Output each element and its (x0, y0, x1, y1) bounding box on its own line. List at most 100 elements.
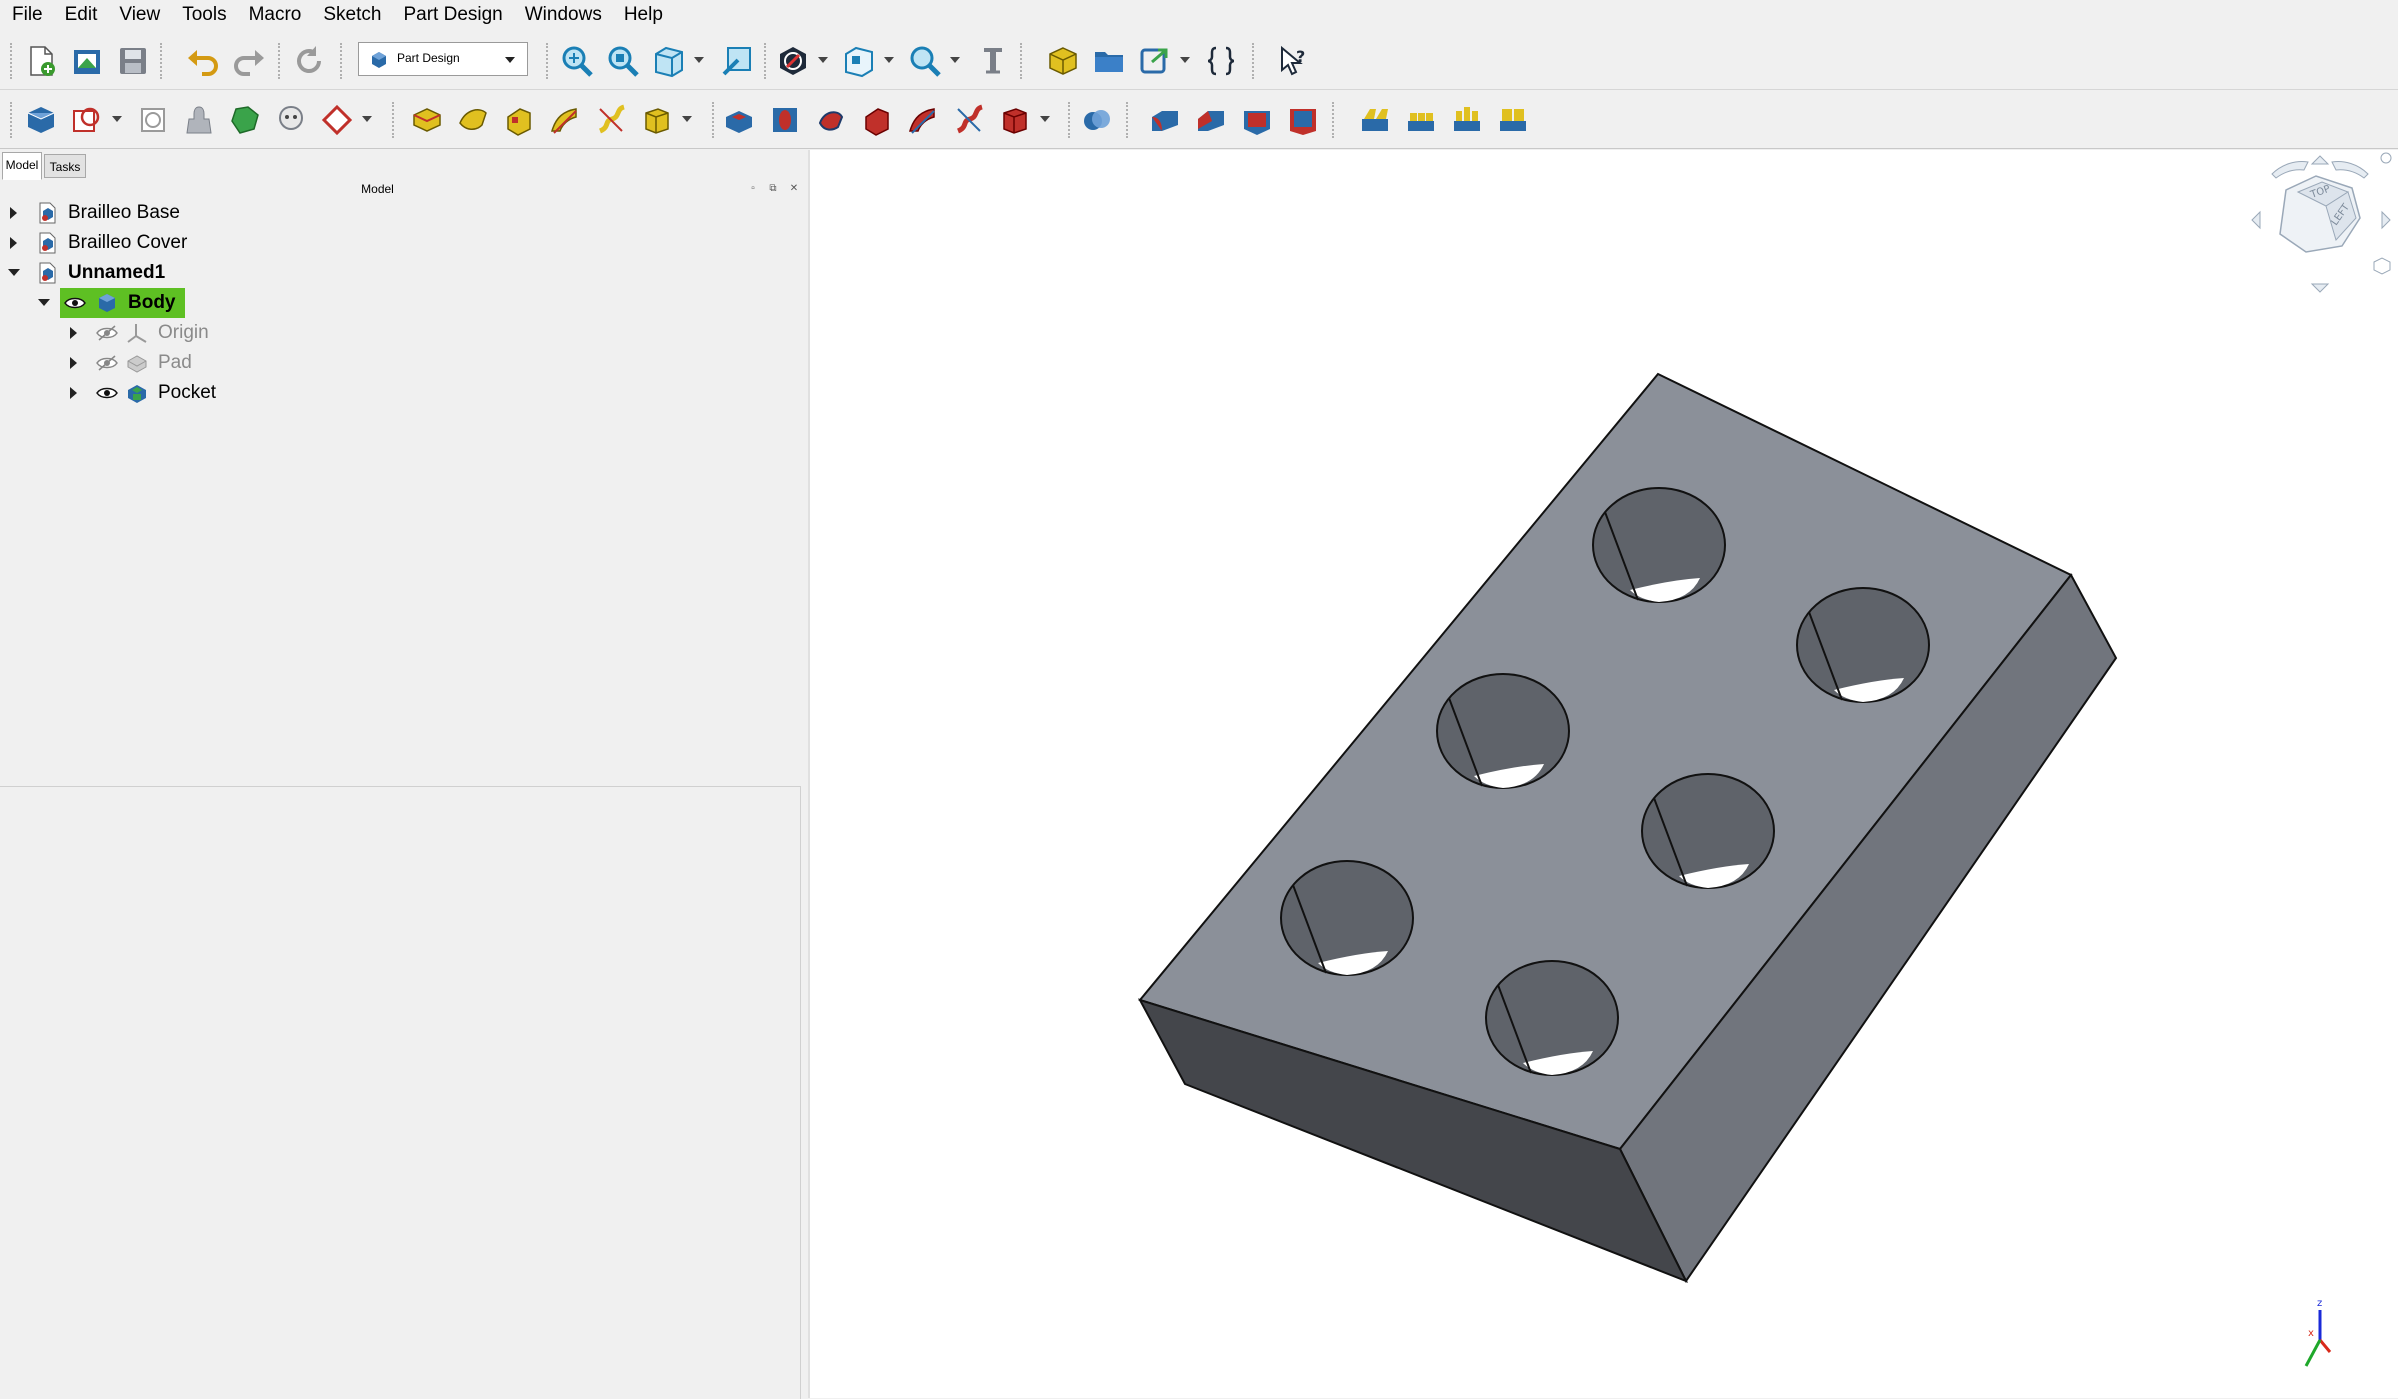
redo-icon[interactable] (232, 44, 266, 78)
expand-arrow-icon[interactable] (70, 387, 77, 399)
tab-tasks[interactable]: Tasks (44, 154, 86, 178)
fit-selection-icon[interactable] (606, 44, 640, 78)
chevron-down-icon[interactable] (1180, 57, 1190, 63)
chevron-down-icon[interactable] (1040, 116, 1050, 122)
create-part-icon[interactable] (1046, 44, 1080, 78)
tree-item-unnamed1[interactable]: Unnamed1 (0, 258, 808, 288)
restore-panel-icon[interactable]: ⧉ (768, 184, 778, 194)
menu-macro[interactable]: Macro (249, 0, 302, 30)
expand-arrow-icon[interactable] (10, 207, 17, 219)
tree-item-pocket[interactable]: Pocket (0, 378, 808, 408)
braille-hole[interactable] (1796, 587, 1930, 703)
menu-edit[interactable]: Edit (65, 0, 98, 30)
polar-pattern-icon[interactable] (1450, 103, 1484, 137)
bounding-box-icon[interactable] (720, 44, 754, 78)
menu-part-design[interactable]: Part Design (403, 0, 502, 30)
expand-arrow-icon[interactable] (70, 357, 77, 369)
expand-arrow-icon[interactable] (70, 327, 77, 339)
chevron-down-icon[interactable] (884, 57, 894, 63)
mirrored-icon[interactable] (1358, 103, 1392, 137)
subtractive-helix-icon[interactable] (952, 103, 986, 137)
eye-hidden-icon[interactable] (96, 325, 118, 341)
subshape-binder-icon[interactable] (228, 103, 262, 137)
nav-arrow-up-icon[interactable] (2310, 155, 2330, 165)
chevron-down-icon[interactable] (362, 116, 372, 122)
braille-hole[interactable] (1436, 673, 1570, 789)
subtractive-loft-icon[interactable] (860, 103, 894, 137)
open-document-icon[interactable] (70, 44, 104, 78)
property-panel[interactable] (0, 786, 801, 1399)
tree-item-pad[interactable]: Pad (0, 348, 808, 378)
chevron-down-icon[interactable] (682, 116, 692, 122)
float-panel-icon[interactable]: ▫ (748, 184, 758, 194)
tree-item-origin[interactable]: Origin (0, 318, 808, 348)
braille-hole[interactable] (1641, 773, 1775, 889)
subtractive-pipe-icon[interactable] (906, 103, 940, 137)
braille-hole[interactable] (1592, 487, 1726, 603)
menu-view[interactable]: View (119, 0, 160, 30)
nav-arrow-right-icon[interactable] (2381, 210, 2391, 230)
thickness-icon[interactable] (1286, 103, 1320, 137)
undo-icon[interactable] (186, 44, 220, 78)
chevron-down-icon[interactable] (694, 57, 704, 63)
zoom-icon[interactable] (908, 44, 942, 78)
nav-arrow-left-icon[interactable] (2251, 210, 2261, 230)
save-icon[interactable] (116, 44, 150, 78)
tab-model[interactable]: Model (2, 152, 42, 180)
additive-helix-icon[interactable] (594, 103, 628, 137)
boolean-icon[interactable] (1080, 103, 1114, 137)
menu-file[interactable]: File (12, 0, 43, 30)
expand-arrow-icon[interactable] (10, 237, 17, 249)
link-actions-icon[interactable] (1138, 44, 1172, 78)
validate-sketch-icon[interactable] (136, 103, 170, 137)
standard-views-icon[interactable] (842, 44, 876, 78)
draft-icon[interactable] (1240, 103, 1274, 137)
nav-menu-icon[interactable] (2380, 152, 2392, 164)
brailleo-model[interactable] (810, 150, 2398, 1398)
shape-binder-icon[interactable] (182, 103, 216, 137)
whats-this-icon[interactable]: ? (1276, 44, 1310, 78)
chevron-down-icon[interactable] (112, 116, 122, 122)
braille-hole[interactable] (1280, 860, 1414, 976)
close-panel-icon[interactable]: ✕ (789, 184, 799, 194)
linear-pattern-icon[interactable] (1404, 103, 1438, 137)
additive-primitive-icon[interactable] (640, 103, 674, 137)
eye-hidden-icon[interactable] (96, 355, 118, 371)
nav-arrow-down-icon[interactable] (2310, 283, 2330, 293)
clone-icon[interactable] (274, 103, 308, 137)
tree-item-brailleo-cover[interactable]: Brailleo Cover (0, 228, 808, 258)
3d-viewport[interactable]: TOP LEFT z x (810, 150, 2398, 1398)
pad-icon[interactable] (410, 103, 444, 137)
nav-rotate-right-icon[interactable] (2331, 161, 2369, 179)
create-sketch-icon[interactable] (70, 103, 104, 137)
measure-icon[interactable] (976, 44, 1010, 78)
isometric-view-icon[interactable] (652, 44, 686, 78)
nav-rotate-left-icon[interactable] (2271, 161, 2309, 179)
new-document-icon[interactable] (24, 44, 58, 78)
tree-item-body[interactable]: Body (0, 288, 808, 318)
nav-cube-mini-icon[interactable] (2373, 257, 2391, 275)
refresh-icon[interactable] (292, 44, 326, 78)
subtractive-primitive-icon[interactable] (998, 103, 1032, 137)
create-body-icon[interactable] (24, 103, 58, 137)
datum-plane-icon[interactable] (320, 103, 354, 137)
menu-sketch[interactable]: Sketch (323, 0, 381, 30)
python-console-icon[interactable] (1204, 44, 1238, 78)
additive-loft-icon[interactable] (502, 103, 536, 137)
fillet-icon[interactable] (1148, 103, 1182, 137)
collapse-arrow-icon[interactable] (38, 299, 50, 306)
draw-style-icon[interactable] (776, 44, 810, 78)
menu-help[interactable]: Help (624, 0, 663, 30)
tree-item-brailleo-base[interactable]: Brailleo Base (0, 198, 808, 228)
menu-tools[interactable]: Tools (182, 0, 226, 30)
hole-icon[interactable] (768, 103, 802, 137)
eye-visible-icon[interactable] (96, 385, 118, 401)
workbench-selector[interactable]: Part Design (358, 42, 528, 76)
fit-all-icon[interactable] (560, 44, 594, 78)
navigation-cube[interactable]: TOP LEFT (2250, 150, 2398, 298)
chamfer-icon[interactable] (1194, 103, 1228, 137)
revolution-icon[interactable] (456, 103, 490, 137)
eye-visible-icon[interactable] (64, 295, 86, 311)
menu-windows[interactable]: Windows (525, 0, 602, 30)
braille-hole[interactable] (1485, 960, 1619, 1076)
